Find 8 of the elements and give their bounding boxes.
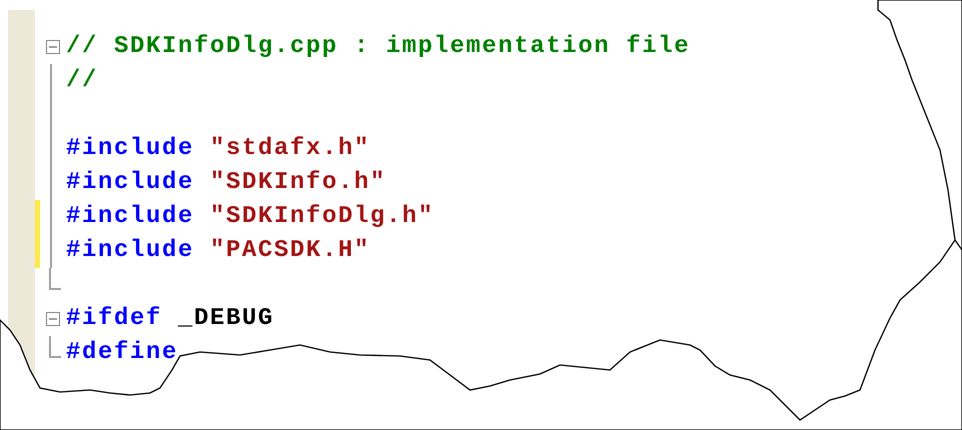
code-line: #include "SDKInfoDlg.h" <box>65 202 434 232</box>
code-line: // <box>65 66 98 96</box>
code-line: #include "PACSDK.H" <box>65 236 370 266</box>
code-line: #include "SDKInfo.h" <box>65 168 386 198</box>
code-line: #define <box>65 338 178 368</box>
code-line: #include "stdafx.h" <box>65 134 370 164</box>
code-line: // SDKInfoDlg.cpp : implementation file <box>65 32 690 62</box>
code-line: #ifdef _DEBUG <box>65 304 274 334</box>
